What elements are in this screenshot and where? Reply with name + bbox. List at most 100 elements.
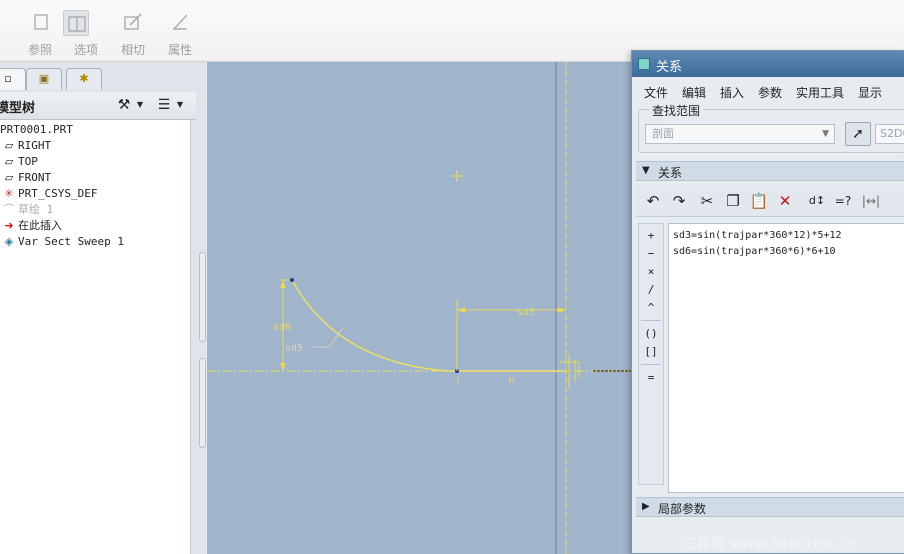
collapse-triangle-icon: ▼ xyxy=(642,165,650,176)
tab-favorites[interactable]: ✱ xyxy=(66,68,102,90)
references-icon xyxy=(29,11,51,33)
search-scope-group: 查找范围 剖面 ▼ ➚ S2D0 xyxy=(638,102,904,153)
relations-editor[interactable]: sd3=sin(trajpar*360*12)*5+12 sd6=sin(tra… xyxy=(668,223,904,493)
properties-label: 属性 xyxy=(167,43,192,57)
relations-section-label: 关系 xyxy=(658,166,683,180)
tree-item-csys[interactable]: ✳ PRT_CSYS_DEF xyxy=(0,186,97,202)
tree-item-insert-here[interactable]: ➜ 在此插入 xyxy=(0,218,62,234)
operator-brackets-button[interactable]: [] xyxy=(639,344,663,360)
sd5-leader xyxy=(313,327,344,348)
tangency-icon xyxy=(122,11,144,33)
relations-app-icon xyxy=(638,58,650,70)
tree-item-top[interactable]: ▱ TOP xyxy=(0,154,38,170)
tab-model-tree[interactable]: ▫ xyxy=(0,68,26,90)
settings-tools-icon[interactable]: ⚒ xyxy=(116,97,132,113)
datum-plane-icon: ▱ xyxy=(4,155,14,168)
show-values-icon[interactable]: d↕ xyxy=(806,191,828,211)
tangency-label: 相切 xyxy=(120,43,145,57)
delete-icon[interactable]: ✕ xyxy=(774,191,796,211)
horizontal-mark: H xyxy=(509,377,514,387)
relations-section-header[interactable]: ▼ 关系 xyxy=(636,161,904,181)
tree-item-sweep[interactable]: ◈ Var Sect Sweep 1 xyxy=(0,234,124,250)
pointer-icon: ➚ xyxy=(852,126,864,142)
cut-icon[interactable]: ✂ xyxy=(696,191,718,211)
select-pointer-button[interactable]: ➚ xyxy=(845,122,871,146)
relation-line[interactable]: sd3=sin(trajpar*360*12)*5+12 xyxy=(673,230,842,241)
local-params-section-header[interactable]: ▶ 局部参数 xyxy=(636,497,904,517)
tab-folder-browser[interactable]: ▣ xyxy=(26,68,62,90)
tree-item-label: TOP xyxy=(18,155,38,168)
menu-file[interactable]: 文件 xyxy=(644,84,668,101)
sd3-label: sd3 xyxy=(517,307,535,318)
operator-separator xyxy=(641,364,661,365)
selected-entity-field[interactable]: S2D0 xyxy=(875,124,904,144)
menu-insert[interactable]: 插入 xyxy=(720,84,744,101)
sketch-curve xyxy=(291,279,448,372)
options-button[interactable]: 选项 xyxy=(63,8,106,58)
copy-icon[interactable]: ❐ xyxy=(722,191,744,211)
operator-plus-button[interactable]: + xyxy=(639,228,663,244)
chevron-down-icon: ▼ xyxy=(822,129,829,139)
model-tree-title: 模型树 xyxy=(0,101,36,116)
operator-separator xyxy=(641,320,661,321)
sd6-label: sd6 xyxy=(273,322,291,333)
options-icon xyxy=(63,10,89,36)
tree-item-front[interactable]: ▱ FRONT xyxy=(0,170,51,186)
model-tree-tab-icon: ▫ xyxy=(4,72,12,85)
operator-parentheses-button[interactable]: () xyxy=(639,326,663,342)
scope-select[interactable]: 剖面 ▼ xyxy=(645,124,835,144)
dialog-menubar: 文件 编辑 插入 参数 实用工具 显示 xyxy=(632,81,904,103)
scope-select-value: 剖面 xyxy=(652,127,674,140)
watermark-text: 三维网 www.3dportal.cn xyxy=(684,537,856,552)
operator-power-button[interactable]: ^ xyxy=(639,300,663,316)
chevron-down-icon[interactable]: ▼ xyxy=(132,97,148,113)
properties-button[interactable]: 属性 xyxy=(160,8,200,58)
references-label: 参照 xyxy=(27,43,52,57)
sd5-label: sd5 xyxy=(285,343,303,354)
splitter-grip-lower[interactable] xyxy=(199,358,206,448)
menu-show[interactable]: 显示 xyxy=(858,84,882,101)
tree-item-label: 在此插入 xyxy=(18,219,62,232)
operator-equals-button[interactable]: = xyxy=(639,370,663,386)
tree-item-label: RIGHT xyxy=(18,139,52,152)
sweep-icon: ◈ xyxy=(4,235,14,248)
menu-utilities[interactable]: 实用工具 xyxy=(796,84,844,101)
datum-plane-icon: ▱ xyxy=(4,139,14,152)
insert-here-arrow-icon: ➜ xyxy=(4,219,14,232)
dialog-title: 关系 xyxy=(656,60,683,75)
tree-item-part[interactable]: PRT0001.PRT xyxy=(0,122,73,138)
references-button[interactable]: 参照 xyxy=(20,8,60,58)
tangency-button[interactable]: 相切 xyxy=(113,8,153,58)
options-label: 选项 xyxy=(73,43,98,57)
navigator-pane: ▫ ▣ ✱ 模型树 ⚒ ▼ ☰ ▼ PRT0001.PRT ▱ RIGHT ▱ TO… xyxy=(0,62,206,554)
model-tree-header: 模型树 ⚒ ▼ ☰ ▼ xyxy=(0,92,196,120)
splitter-grip-upper[interactable] xyxy=(199,252,206,342)
menu-parameters[interactable]: 参数 xyxy=(758,84,782,101)
paste-icon[interactable]: 📋 xyxy=(748,191,770,211)
tree-item-label: 草绘 1 xyxy=(18,203,54,216)
tree-item-label: FRONT xyxy=(18,171,52,184)
dialog-titlebar[interactable]: 关系 xyxy=(632,51,904,77)
tree-item-right[interactable]: ▱ RIGHT xyxy=(0,138,51,154)
menu-edit[interactable]: 编辑 xyxy=(682,84,706,101)
local-params-section-label: 局部参数 xyxy=(658,502,707,516)
expand-triangle-icon: ▶ xyxy=(642,501,650,512)
show-list-icon[interactable]: ☰ xyxy=(156,97,172,113)
tangent-mark: T xyxy=(455,377,461,387)
operator-divide-button[interactable]: / xyxy=(639,282,663,298)
favorites-icon: ✱ xyxy=(79,72,89,85)
operator-minus-button[interactable]: − xyxy=(639,246,663,262)
sketch-icon: ⌒ xyxy=(3,203,15,216)
relations-toolbar: ↶ ↷ ✂ ❐ 📋 ✕ d↕ =? |↔| xyxy=(636,185,904,217)
operator-palette: + − × / ^ () [] = xyxy=(638,223,664,485)
operator-multiply-button[interactable]: × xyxy=(639,264,663,280)
evaluate-icon[interactable]: =? xyxy=(832,191,854,211)
redo-icon[interactable]: ↷ xyxy=(668,191,690,211)
curve-endpoint xyxy=(290,278,294,282)
units-icon[interactable]: |↔| xyxy=(860,191,882,211)
chevron-down-icon[interactable]: ▼ xyxy=(172,97,188,113)
undo-icon[interactable]: ↶ xyxy=(642,191,664,211)
relation-line[interactable]: sd6=sin(trajpar*360*6)*6+10 xyxy=(673,246,836,257)
relations-dialog[interactable]: 关系 文件 编辑 插入 参数 实用工具 显示 查找范围 剖面 ▼ ➚ S2D0 … xyxy=(631,50,904,554)
tree-item-sketch[interactable]: ⌒ 草绘 1 xyxy=(0,202,54,218)
